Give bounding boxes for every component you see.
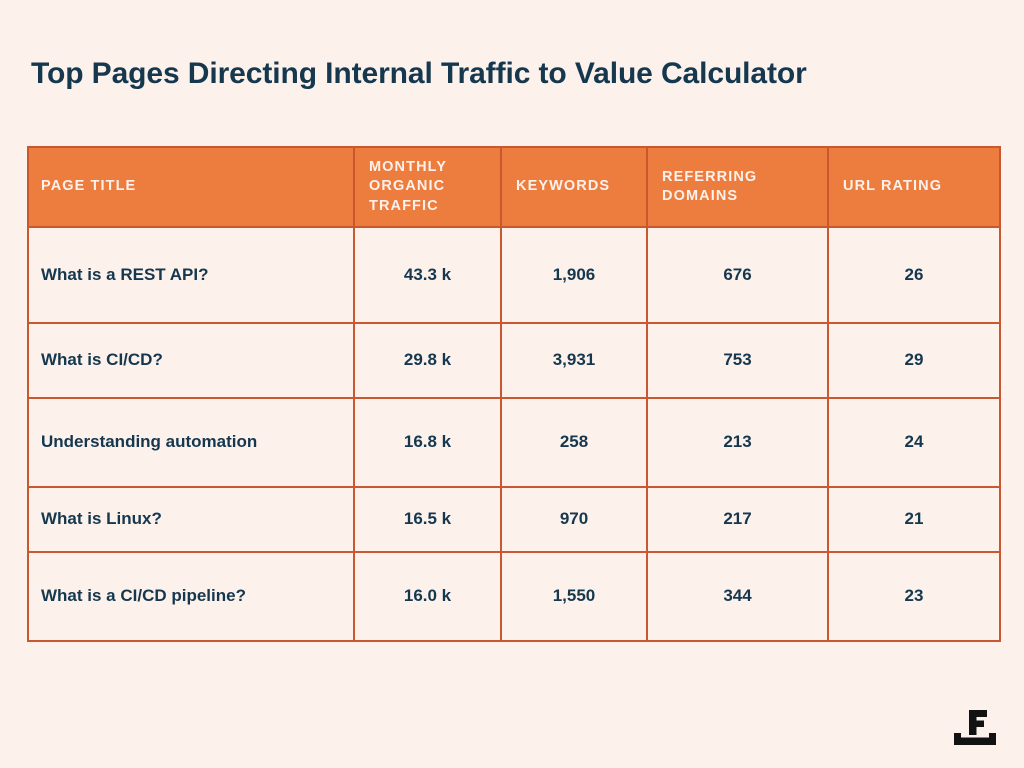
cell-page-title: What is a CI/CD pipeline?: [27, 550, 355, 642]
cell-url-rating: 23: [827, 550, 1001, 642]
table-row: What is Linux? 16.5 k 970 217 21: [27, 485, 1001, 553]
cell-url-rating: 29: [827, 321, 1001, 399]
cell-keywords: 1,906: [500, 225, 648, 324]
cell-page-title: What is a REST API?: [27, 225, 355, 324]
cell-monthly-organic-traffic: 16.8 k: [353, 396, 502, 488]
table-row: What is a CI/CD pipeline? 16.0 k 1,550 3…: [27, 550, 1001, 642]
cell-page-title: What is CI/CD?: [27, 321, 355, 399]
column-header-monthly-organic-traffic[interactable]: MONTHLY ORGANIC TRAFFIC: [353, 146, 502, 228]
slide-canvas: Top Pages Directing Internal Traffic to …: [0, 0, 1024, 768]
cell-monthly-organic-traffic: 16.0 k: [353, 550, 502, 642]
table-row: What is CI/CD? 29.8 k 3,931 753 29: [27, 321, 1001, 399]
column-header-keywords[interactable]: KEYWORDS: [500, 146, 648, 228]
cell-page-title: Understanding automation: [27, 396, 355, 488]
cell-referring-domains: 217: [646, 485, 829, 553]
table-row: What is a REST API? 43.3 k 1,906 676 26: [27, 225, 1001, 324]
cell-monthly-organic-traffic: 43.3 k: [353, 225, 502, 324]
cell-referring-domains: 213: [646, 396, 829, 488]
cell-referring-domains: 676: [646, 225, 829, 324]
cell-keywords: 258: [500, 396, 648, 488]
cell-url-rating: 26: [827, 225, 1001, 324]
column-header-referring-domains[interactable]: REFERRING DOMAINS: [646, 146, 829, 228]
top-pages-table: PAGE TITLE MONTHLY ORGANIC TRAFFIC KEYWO…: [27, 146, 1001, 642]
f-brand-logo-icon: [952, 704, 998, 750]
table-container: PAGE TITLE MONTHLY ORGANIC TRAFFIC KEYWO…: [27, 146, 1001, 642]
cell-monthly-organic-traffic: 16.5 k: [353, 485, 502, 553]
table-header: PAGE TITLE MONTHLY ORGANIC TRAFFIC KEYWO…: [27, 146, 1001, 228]
page-title: Top Pages Directing Internal Traffic to …: [31, 57, 807, 90]
cell-url-rating: 21: [827, 485, 1001, 553]
cell-referring-domains: 344: [646, 550, 829, 642]
table-row: Understanding automation 16.8 k 258 213 …: [27, 396, 1001, 488]
cell-referring-domains: 753: [646, 321, 829, 399]
table-header-row: PAGE TITLE MONTHLY ORGANIC TRAFFIC KEYWO…: [27, 146, 1001, 228]
column-header-page-title[interactable]: PAGE TITLE: [27, 146, 355, 228]
table-body: What is a REST API? 43.3 k 1,906 676 26 …: [27, 225, 1001, 642]
cell-keywords: 970: [500, 485, 648, 553]
cell-monthly-organic-traffic: 29.8 k: [353, 321, 502, 399]
cell-keywords: 1,550: [500, 550, 648, 642]
cell-url-rating: 24: [827, 396, 1001, 488]
cell-keywords: 3,931: [500, 321, 648, 399]
column-header-url-rating[interactable]: URL RATING: [827, 146, 1001, 228]
cell-page-title: What is Linux?: [27, 485, 355, 553]
